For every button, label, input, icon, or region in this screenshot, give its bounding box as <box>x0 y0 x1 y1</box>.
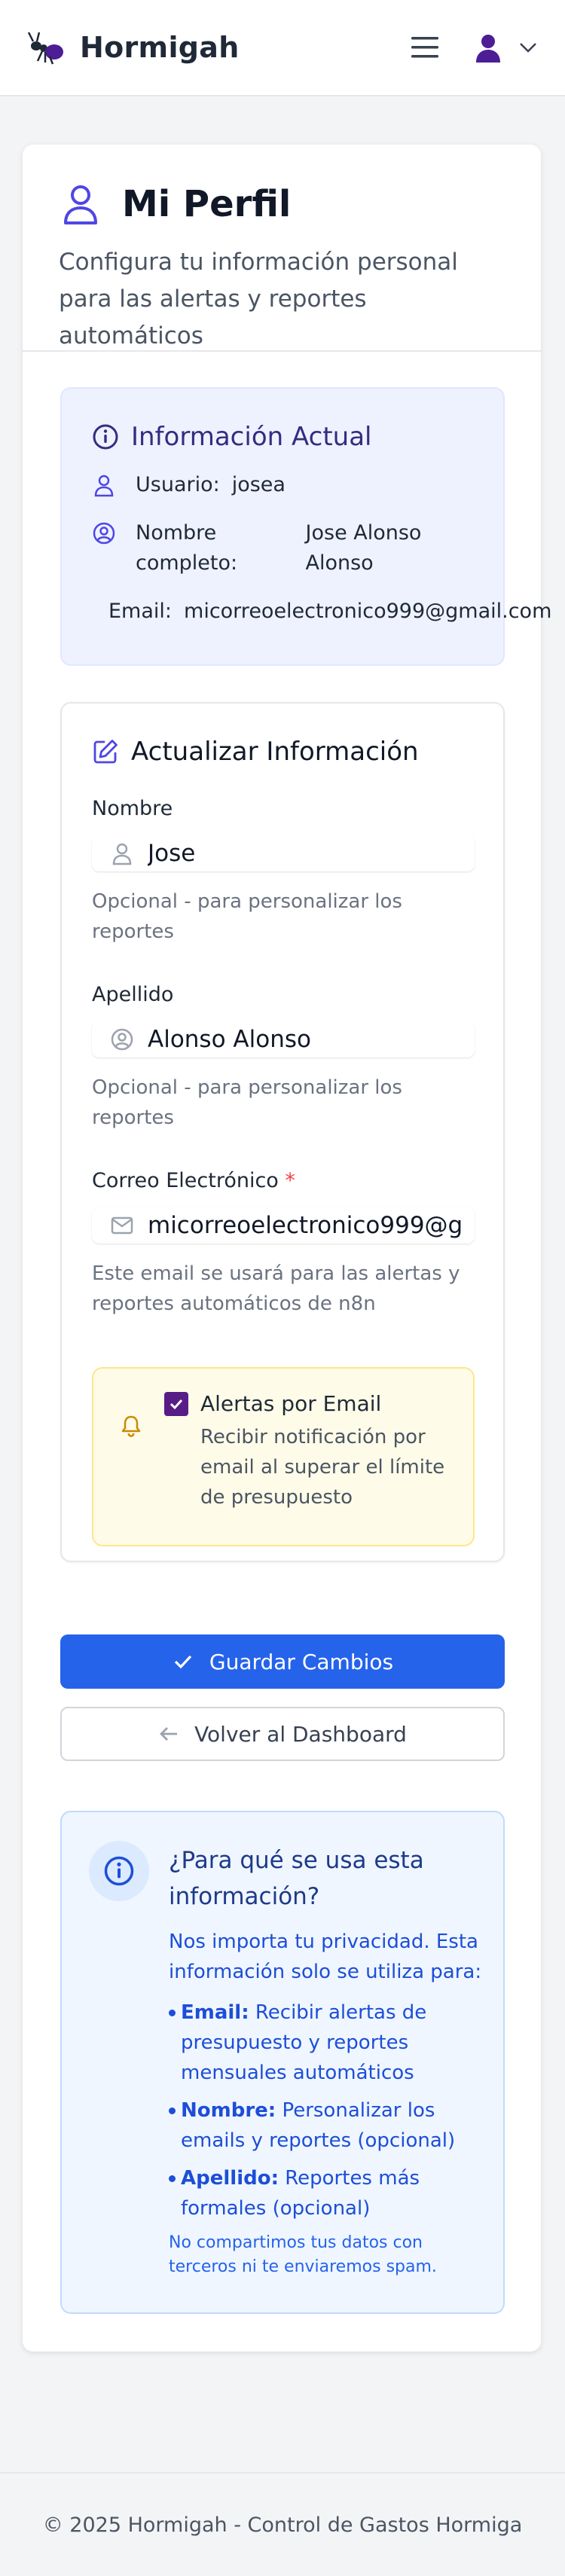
first-name-input[interactable] <box>148 840 464 867</box>
username-value: josea <box>231 473 286 496</box>
email-field[interactable] <box>92 1207 475 1244</box>
help-content: ¿Para qué se usa esta información? Nos i… <box>169 1841 485 2284</box>
bell-icon <box>121 1415 141 1437</box>
list-item: Apellido: Reportes más formales (opciona… <box>169 2163 478 2223</box>
email-input[interactable] <box>148 1212 464 1239</box>
alerts-checkbox-row[interactable]: Alertas por Email <box>164 1391 472 1416</box>
last-name-hint: Opcional - para personalizar los reporte… <box>92 1076 402 1129</box>
fullname-label: Nombre completo: <box>136 521 238 575</box>
update-form-title: Actualizar Información <box>131 737 419 767</box>
user-silhouette-icon <box>476 35 500 63</box>
check-icon <box>174 1655 192 1669</box>
back-button-label: Volver al Dashboard <box>194 1721 407 1747</box>
list-item: Nombre: Personalizar los emails y report… <box>169 2095 478 2156</box>
edit-icon <box>93 740 118 764</box>
info-circle-icon <box>104 1856 134 1886</box>
user-menu-toggle[interactable] <box>473 32 538 63</box>
first-name-hint: Opcional - para personalizar los reporte… <box>92 890 402 943</box>
first-name-label: Nombre <box>92 797 173 820</box>
help-list: Email: Recibir alertas de presupuesto y … <box>169 1998 478 2223</box>
email-value: micorreoelectronico999@gmail.com <box>184 600 552 623</box>
info-circle-icon <box>93 424 118 450</box>
envelope-icon <box>111 1216 133 1235</box>
user-circle-icon <box>93 522 115 545</box>
email-label: Email: <box>108 600 173 623</box>
last-name-field[interactable] <box>92 1021 475 1058</box>
footer-text: © 2025 Hormigah - Control de Gastos Horm… <box>42 2513 523 2537</box>
user-icon <box>94 475 114 497</box>
last-name-input[interactable] <box>148 1026 464 1053</box>
current-info-panel: Información Actual Usuario: josea Nombre… <box>60 387 551 666</box>
info-email-row: Email: micorreoelectronico999@gmail.com <box>108 600 551 623</box>
help-intro: Nos importa tu privacidad. Esta informac… <box>169 1930 482 1983</box>
alerts-checkbox-label: Alertas por Email <box>200 1391 382 1416</box>
list-item-term: Email: <box>181 2001 249 2024</box>
title-row: Mi Perfil <box>59 182 505 226</box>
help-icon-badge <box>89 1841 149 1901</box>
check-icon <box>170 1399 183 1409</box>
email-hint: Este email se usará para las alertas y r… <box>92 1262 460 1315</box>
alerts-description: Recibir notificación por email al supera… <box>200 1426 445 1509</box>
profile-card: Mi Perfil Configura tu información perso… <box>23 145 551 2352</box>
list-item: Email: Recibir alertas de presupuesto y … <box>169 1998 478 2088</box>
save-button[interactable]: Guardar Cambios <box>60 1634 505 1689</box>
page-title: Mi Perfil <box>122 183 292 225</box>
privacy-help-box: ¿Para qué se usa esta información? Nos i… <box>60 1811 505 2314</box>
card-header: Mi Perfil Configura tu información perso… <box>23 145 541 352</box>
help-title: ¿Para qué se usa esta información? <box>169 1847 424 1910</box>
navbar: Hormigah <box>0 0 565 96</box>
user-icon <box>112 843 132 865</box>
arrow-left-icon <box>160 1727 178 1741</box>
ant-logo-icon <box>27 32 63 65</box>
current-info-title: Información Actual <box>131 422 372 452</box>
chevron-down-icon <box>520 43 536 53</box>
info-username-row: Usuario: josea <box>92 473 473 497</box>
alerts-checkbox[interactable] <box>164 1391 188 1416</box>
page-subtitle: Configura tu información personal para l… <box>59 249 458 349</box>
save-button-label: Guardar Cambios <box>209 1649 394 1674</box>
user-circle-icon <box>111 1028 133 1051</box>
nav-actions <box>410 32 538 63</box>
last-name-label: Apellido <box>92 983 174 1006</box>
hamburger-icon[interactable] <box>410 35 440 60</box>
info-fullname-row: Nombre completo: Jose Alonso Alonso <box>92 518 473 578</box>
update-form-panel: Actualizar Información Nombre Opcional -… <box>60 702 505 1562</box>
email-alerts-box: Alertas por Email Recibir notificación p… <box>92 1367 475 1546</box>
brand[interactable]: Hormigah <box>27 28 240 67</box>
username-label: Usuario: <box>136 473 220 496</box>
user-outline-icon <box>64 185 97 224</box>
alerts-content: Alertas por Email Recibir notificación p… <box>164 1391 472 1522</box>
fullname-value: Jose Alonso Alonso <box>305 521 422 575</box>
list-item-term: Apellido: <box>181 2167 279 2190</box>
help-note: No compartimos tus datos con terceros ni… <box>169 2233 437 2276</box>
email-field-label: Correo Electrónico * <box>92 1169 473 1192</box>
list-item-term: Nombre: <box>181 2099 276 2122</box>
update-form-header: Actualizar Información <box>92 737 473 767</box>
brand-name: Hormigah <box>80 31 240 64</box>
first-name-field[interactable] <box>92 835 475 871</box>
required-mark: * <box>285 1169 295 1192</box>
email-field-label-text: Correo Electrónico <box>92 1169 279 1192</box>
footer: © 2025 Hormigah - Control de Gastos Horm… <box>0 2472 565 2576</box>
current-info-header: Información Actual <box>92 422 473 452</box>
back-to-dashboard-button[interactable]: Volver al Dashboard <box>60 1707 505 1761</box>
